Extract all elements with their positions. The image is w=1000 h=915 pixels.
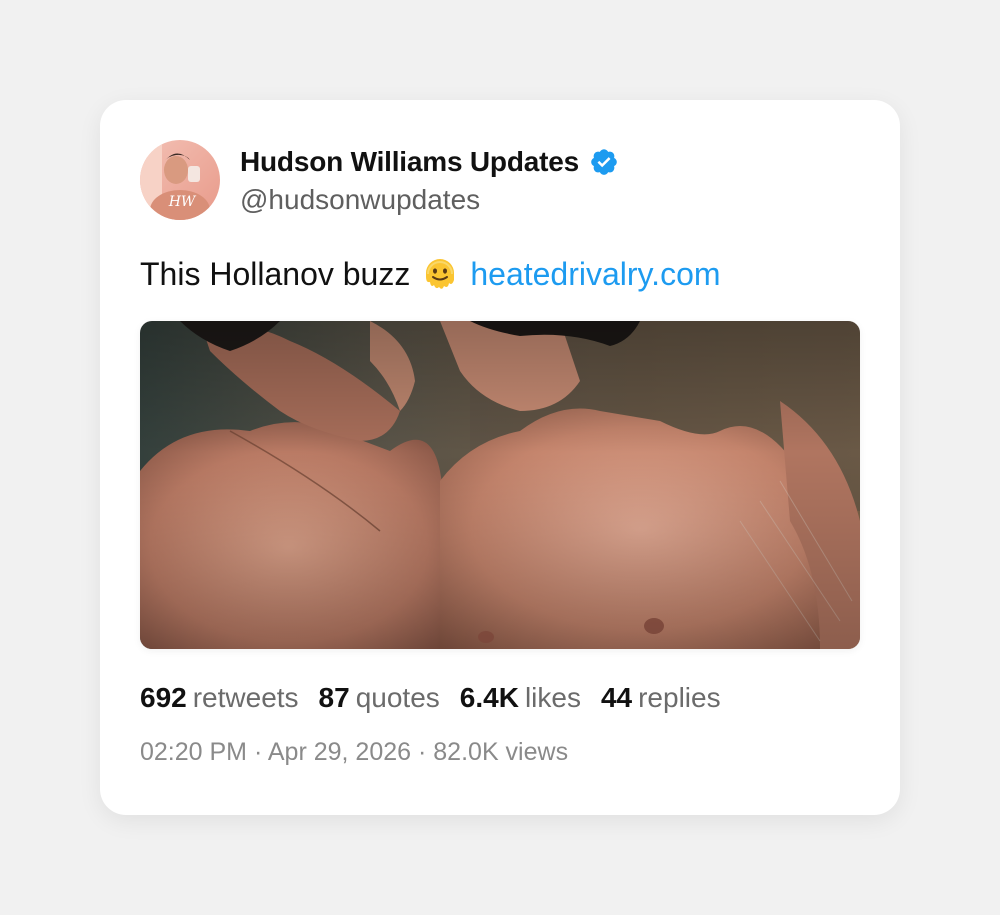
tweet-body-text: This Hollanov buzz [140,256,411,292]
avatar-monogram: HW [168,194,197,210]
tweet-text: This Hollanov buzz heatedrivalry.com [140,252,721,296]
author-handle[interactable]: @hudsonwupdates [240,182,619,218]
quotes-stat[interactable]: 87 quotes [319,682,440,714]
replies-label: replies [638,682,721,713]
retweets-stat[interactable]: 692 retweets [140,682,299,714]
retweets-label: retweets [192,682,299,713]
meta-separator: · [418,738,427,766]
melting-face-emoji-icon [422,256,458,292]
tweet-time[interactable]: 02:20 PM [140,738,247,766]
retweets-count: 692 [140,682,187,713]
tweet-header: HW Hudson Williams Updates @hudsonwupdat… [140,140,619,220]
tweet-views: 82.0K views [433,738,569,766]
tweet-media-image[interactable] [140,321,860,649]
replies-stat[interactable]: 44 replies [601,682,721,714]
avatar[interactable]: HW [140,140,220,220]
meta-separator: · [253,738,263,766]
engagement-stats: 692 retweets 87 quotes 6.4K likes 44 rep… [140,678,741,718]
tweet-link[interactable]: heatedrivalry.com [470,252,720,296]
tweet-card: HW Hudson Williams Updates @hudsonwupdat… [100,100,900,815]
verified-badge-icon [589,147,619,177]
replies-count: 44 [600,682,633,713]
author-names: Hudson Williams Updates @hudsonwupdates [240,142,619,218]
tweet-meta: 02:20 PM · Apr 29, 2026 · 82.0K views [140,738,568,767]
quotes-count: 87 [318,682,350,713]
tweet-date[interactable]: Apr 29, 2026 [268,738,411,766]
likes-count: 6.4K [459,682,519,713]
likes-stat[interactable]: 6.4K likes [460,682,581,714]
author-display-name[interactable]: Hudson Williams Updates [240,146,579,178]
name-row: Hudson Williams Updates [240,142,619,182]
quotes-label: quotes [355,682,440,713]
likes-label: likes [524,682,581,713]
